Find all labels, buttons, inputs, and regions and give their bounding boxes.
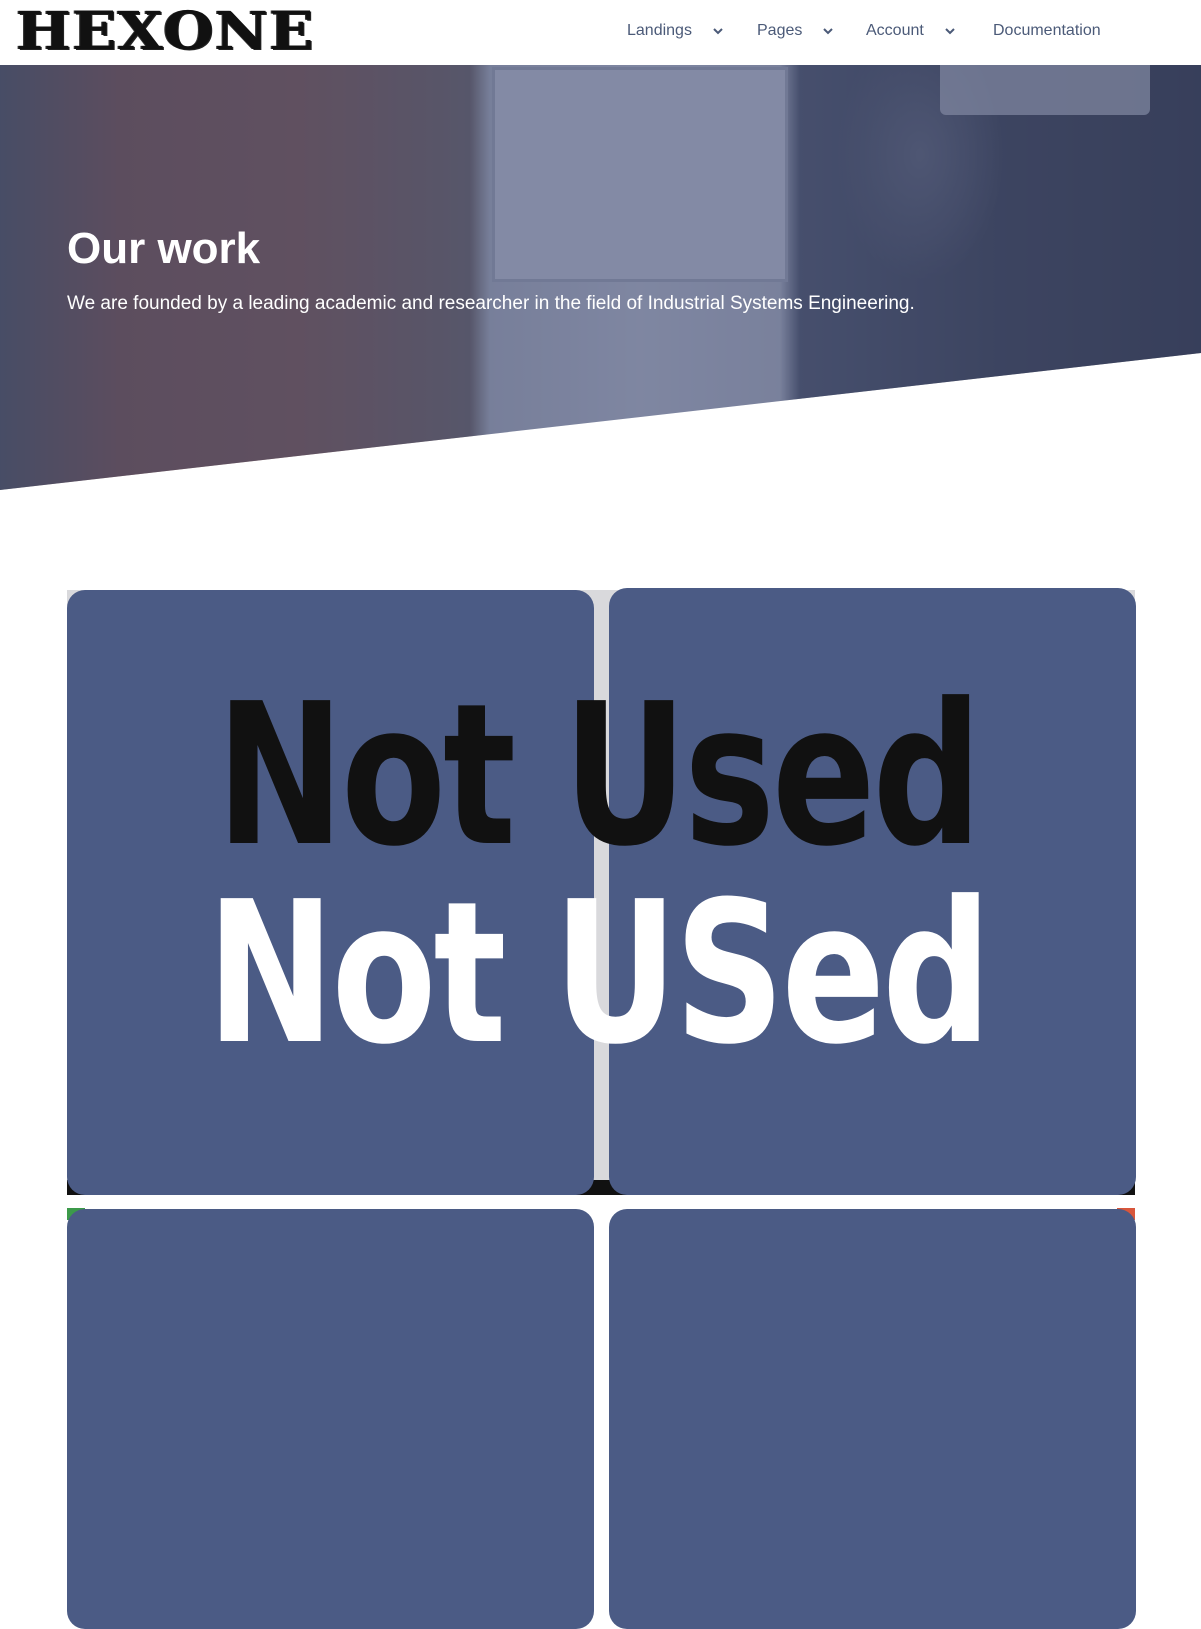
- hero-overlay: [0, 65, 1201, 490]
- hero-section: Our work We are founded by a leading aca…: [0, 65, 1201, 490]
- nav-item-label: Documentation: [993, 22, 1101, 39]
- work-card[interactable]: [67, 1209, 594, 1629]
- page-title: Our work: [67, 224, 261, 273]
- page-subtitle: We are founded by a leading academic and…: [67, 293, 915, 314]
- chevron-down-icon: [710, 23, 726, 39]
- nav-item-account[interactable]: Account: [866, 22, 958, 40]
- work-card[interactable]: [609, 588, 1136, 1195]
- site-header: HEXONE Landings Pages Account Documentat…: [0, 0, 1201, 65]
- nav-item-label: Landings: [627, 22, 692, 39]
- work-card[interactable]: [67, 590, 594, 1195]
- nav-item-label: Account: [866, 22, 924, 39]
- chevron-down-icon: [942, 23, 958, 39]
- work-card[interactable]: [609, 1209, 1136, 1629]
- nav-item-documentation[interactable]: Documentation: [993, 22, 1101, 40]
- brand-logo[interactable]: HEXONE: [16, 4, 315, 60]
- chevron-down-icon: [820, 23, 836, 39]
- nav-item-landings[interactable]: Landings: [627, 22, 726, 40]
- nav-item-pages[interactable]: Pages: [757, 22, 836, 40]
- nav-item-label: Pages: [757, 22, 803, 39]
